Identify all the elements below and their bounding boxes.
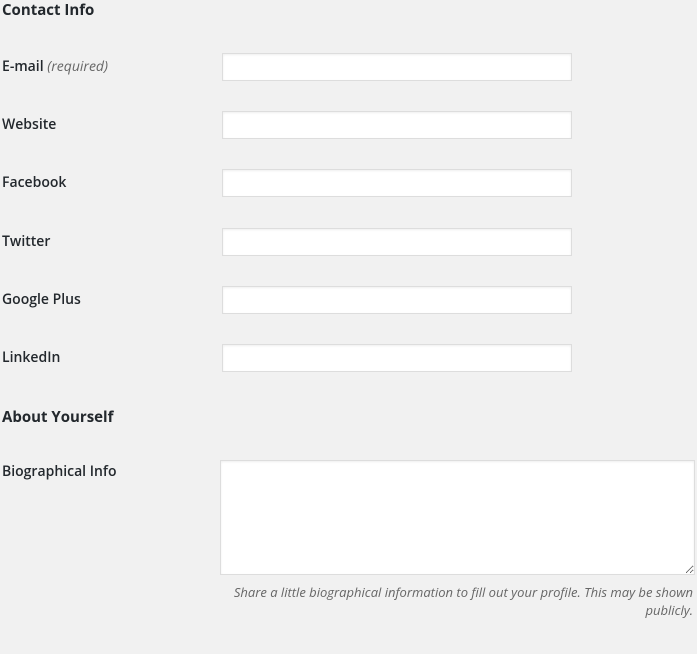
website-field[interactable]	[222, 111, 572, 139]
email-field[interactable]	[222, 53, 572, 81]
about-yourself-table: Biographical Info Share a little biograp…	[0, 445, 697, 634]
facebook-field[interactable]	[222, 169, 572, 197]
facebook-label: Facebook	[2, 173, 66, 192]
email-required-note: (required)	[47, 57, 108, 76]
website-label: Website	[2, 115, 56, 134]
googleplus-label: Google Plus	[2, 290, 81, 309]
contact-info-heading: Contact Info	[0, 0, 697, 20]
googleplus-field[interactable]	[222, 286, 572, 314]
bio-textarea[interactable]	[220, 460, 695, 575]
linkedin-label: LinkedIn	[2, 348, 60, 367]
bio-label: Biographical Info	[2, 462, 117, 481]
linkedin-field[interactable]	[222, 344, 572, 372]
about-yourself-heading: About Yourself	[0, 407, 697, 427]
contact-info-table: E-mail (required) Website Facebook Twitt…	[0, 38, 697, 387]
twitter-label: Twitter	[2, 232, 50, 251]
twitter-field[interactable]	[222, 228, 572, 256]
bio-description: Share a little biographical information …	[220, 583, 695, 619]
email-label: E-mail	[2, 57, 44, 76]
